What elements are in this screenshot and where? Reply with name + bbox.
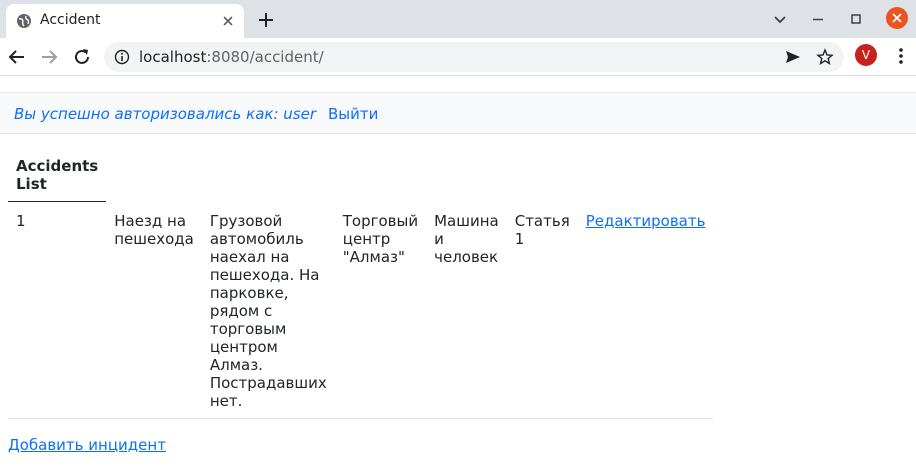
browser-toolbar: localhost:8080/accident/ V (0, 38, 916, 76)
avatar[interactable]: V (855, 44, 877, 66)
tab-title: Accident (40, 12, 101, 28)
cell-id: 1 (8, 201, 107, 419)
accidents-table-wrap: Accidents List 1 Наезд на пешехода Грузо… (8, 147, 714, 419)
back-arrow-icon[interactable] (6, 46, 28, 68)
tab-strip: Accident (0, 0, 916, 38)
globe-icon (17, 14, 31, 28)
info-icon[interactable] (114, 49, 130, 65)
accidents-table: Accidents List 1 Наезд на пешехода Грузо… (8, 147, 714, 419)
cell-type: Машина и человек (426, 201, 507, 419)
cell-text: Грузовой автомобиль наехал на пешехода. … (201, 201, 335, 419)
browser-tab[interactable]: Accident (6, 4, 244, 38)
plus-icon[interactable] (256, 10, 276, 30)
url-path: :8080/accident/ (206, 48, 324, 66)
cell-edit: Редактировать (577, 201, 714, 419)
cell-address: Торговый центр "Алмаз" (334, 201, 427, 419)
table-header: Accidents List (8, 147, 107, 202)
close-icon (892, 13, 902, 23)
page-content: Вы успешно авторизовались как: user Выйт… (0, 77, 916, 474)
close-icon[interactable] (220, 13, 236, 29)
kebab-menu-icon[interactable] (894, 45, 908, 67)
add-incident-link[interactable]: Добавить инцидент (8, 436, 166, 454)
auth-status: Вы успешно авторизовались как: user (14, 105, 316, 123)
maximize-icon[interactable] (846, 9, 866, 29)
url-host: localhost (139, 48, 207, 66)
cell-name: Наезд на пешехода (106, 201, 202, 419)
address-bar[interactable]: localhost:8080/accident/ (104, 42, 844, 72)
chevron-down-icon[interactable] (770, 9, 790, 29)
star-icon[interactable] (816, 48, 834, 66)
forward-arrow-icon[interactable] (38, 46, 60, 68)
auth-bar: Вы успешно авторизовались как: user Выйт… (0, 92, 916, 134)
logout-link[interactable]: Выйти (328, 105, 378, 123)
table-header-row: Accidents List (8, 147, 713, 202)
url-text: localhost:8080/accident/ (139, 48, 324, 66)
table-row: 1 Наезд на пешехода Грузовой автомобиль … (8, 201, 714, 419)
reload-icon[interactable] (71, 46, 93, 68)
cell-rule: Статья 1 (506, 201, 578, 419)
edit-link[interactable]: Редактировать (586, 212, 706, 230)
send-icon[interactable] (784, 48, 802, 66)
minimize-icon[interactable] (808, 9, 828, 29)
window-close-button[interactable] (886, 7, 908, 29)
